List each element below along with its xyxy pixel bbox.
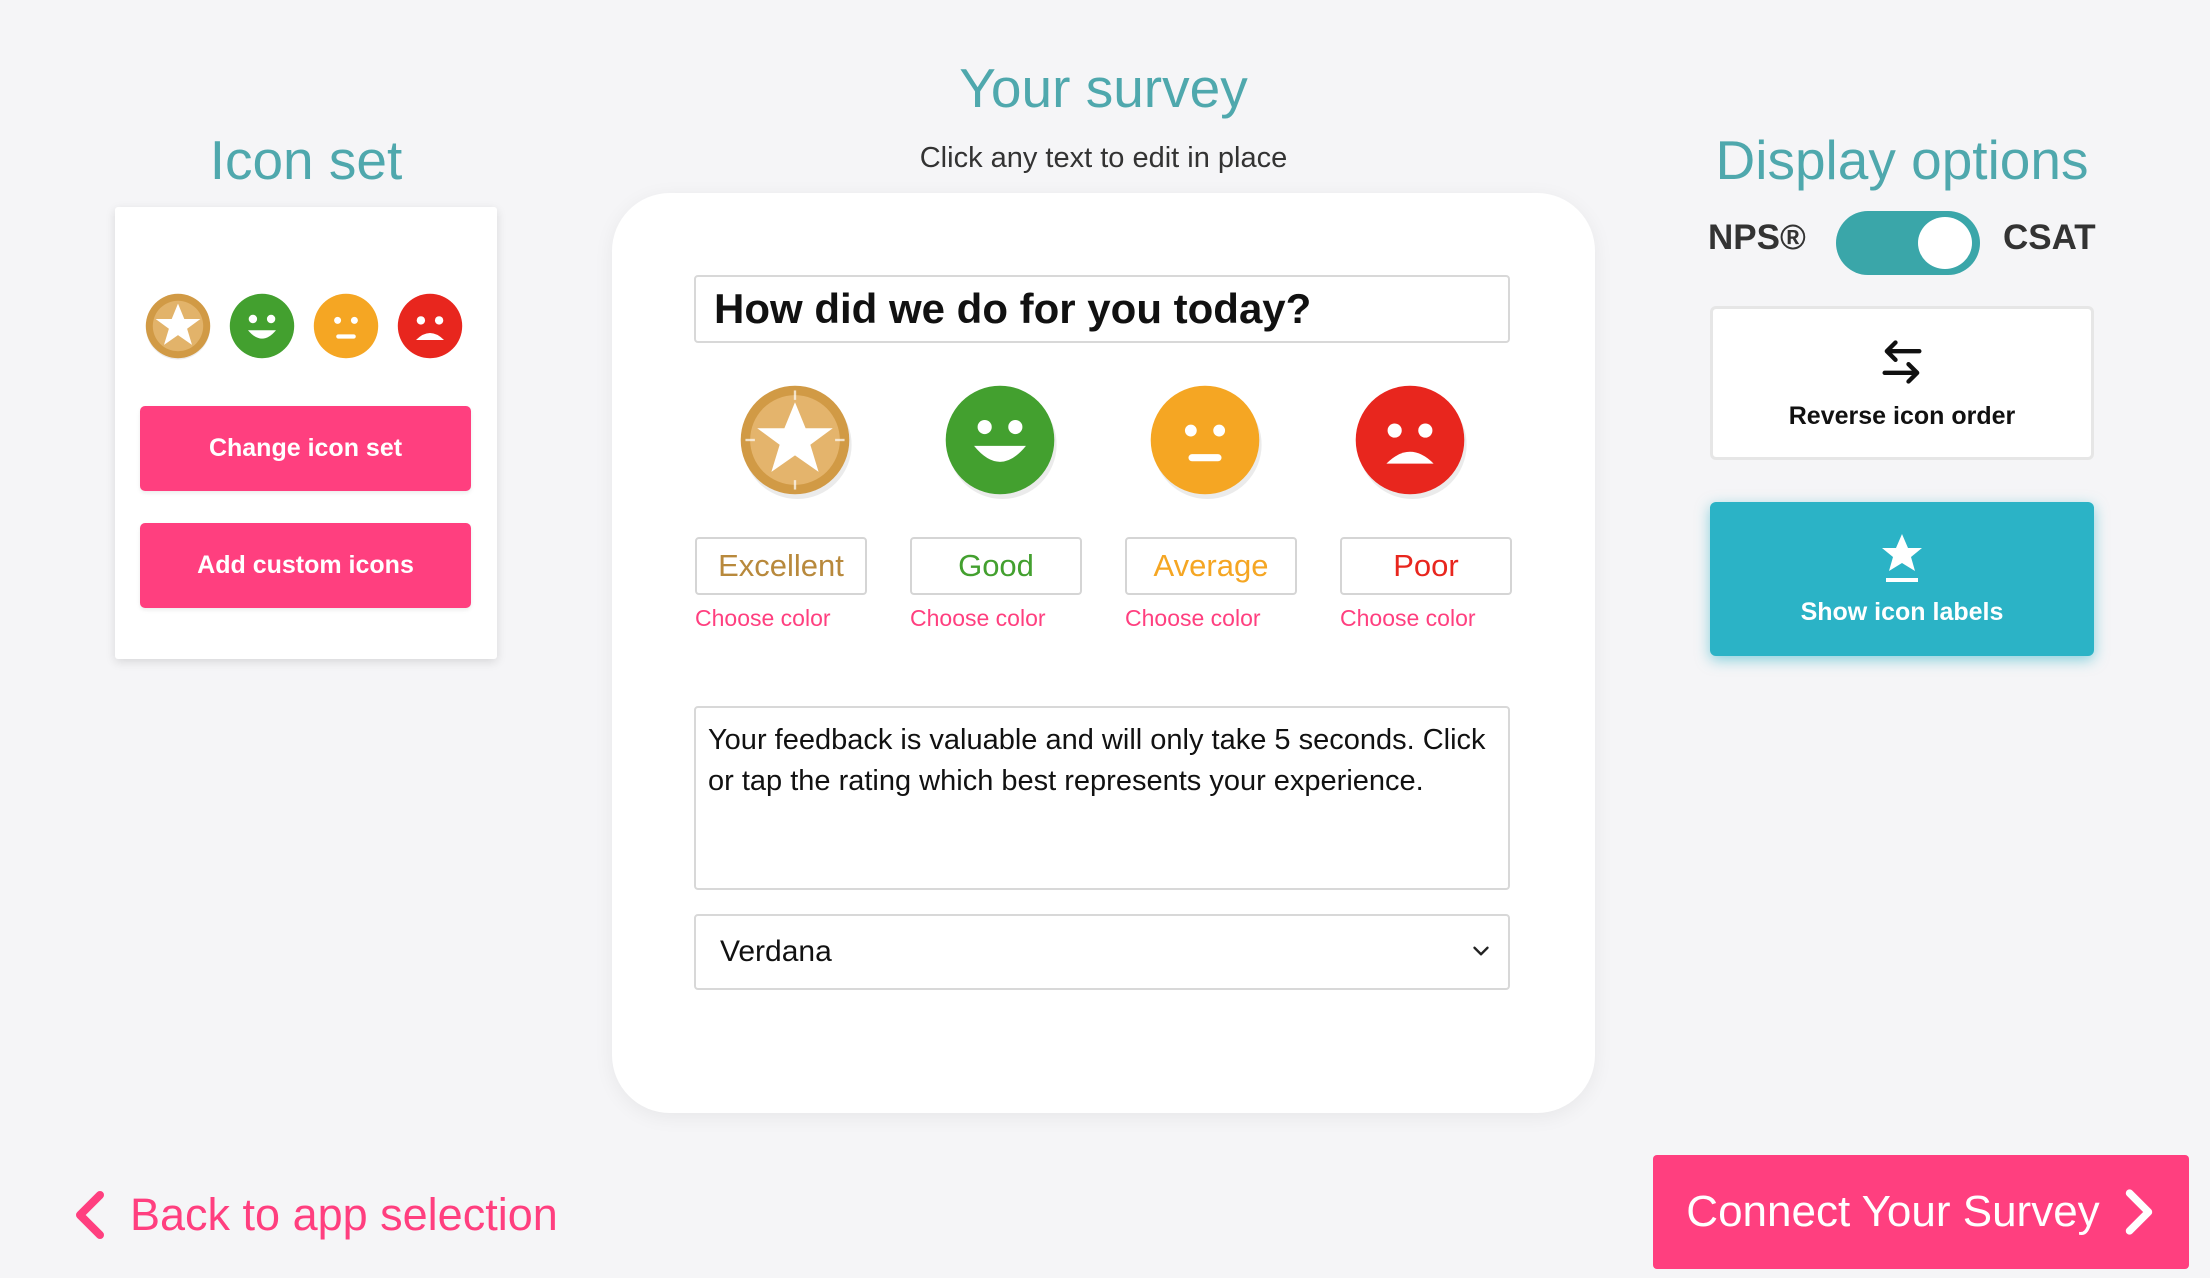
question-input[interactable]: How did we do for you today? <box>694 275 1510 343</box>
label-average-input[interactable]: Average <box>1125 537 1297 595</box>
swap-arrows-icon <box>1882 339 1922 384</box>
choose-color-good[interactable]: Choose color <box>910 605 1090 632</box>
rating-good[interactable] <box>941 381 1059 499</box>
sad-face-icon <box>1355 385 1467 499</box>
icon-set-preview[interactable] <box>143 291 465 361</box>
choose-color-poor[interactable]: Choose color <box>1340 605 1520 632</box>
star-icon <box>145 293 211 360</box>
back-link[interactable]: Back to app selection <box>72 1185 558 1245</box>
rating-poor[interactable] <box>1351 381 1469 499</box>
display-options-title: Display options <box>1715 129 2089 191</box>
chevron-right-icon <box>2125 1189 2152 1235</box>
neutral-face-icon <box>313 293 379 359</box>
connect-survey-button[interactable]: Connect Your Survey <box>1653 1155 2189 1269</box>
happy-face-icon <box>945 385 1057 499</box>
change-icon-set-button[interactable]: Change icon set <box>140 406 471 491</box>
label-poor-input[interactable]: Poor <box>1340 537 1512 595</box>
mode-toggle-row: NPS® CSAT <box>1708 211 2108 275</box>
back-link-label: Back to app selection <box>130 1189 558 1240</box>
icon-set-title: Icon set <box>209 129 403 191</box>
star-icon <box>740 385 852 499</box>
add-custom-icons-button[interactable]: Add custom icons <box>140 523 471 608</box>
sad-face-icon <box>397 293 463 359</box>
font-select-value: Verdana <box>720 935 832 968</box>
chevron-down-icon <box>1473 946 1489 956</box>
rating-average[interactable] <box>1146 381 1264 499</box>
font-select[interactable]: Verdana <box>694 914 1510 990</box>
survey-title: Your survey <box>959 57 1248 119</box>
toggle-knob <box>1918 217 1972 269</box>
neutral-face-icon <box>1150 385 1262 499</box>
star-label-icon <box>1882 533 1922 582</box>
label-good-input[interactable]: Good <box>910 537 1082 595</box>
show-icon-labels-button[interactable]: Show icon labels <box>1710 502 2094 656</box>
reverse-icon-order-button[interactable]: Reverse icon order <box>1710 306 2094 460</box>
description-textarea[interactable]: Your feedback is valuable and will only … <box>694 706 1510 890</box>
survey-card: How did we do for you today? Excellent G… <box>612 193 1595 1113</box>
rating-excellent[interactable] <box>736 381 854 499</box>
happy-face-icon <box>229 293 295 359</box>
choose-color-average[interactable]: Choose color <box>1125 605 1305 632</box>
connect-survey-label: Connect Your Survey <box>1686 1187 2100 1236</box>
reverse-icon-order-label: Reverse icon order <box>1788 401 2016 430</box>
toggle-label-csat: CSAT <box>2003 218 2096 257</box>
show-icon-labels-label: Show icon labels <box>1800 597 2004 626</box>
label-excellent-input[interactable]: Excellent <box>695 537 867 595</box>
toggle-label-nps: NPS® <box>1708 218 1806 257</box>
choose-color-excellent[interactable]: Choose color <box>695 605 875 632</box>
chevron-left-icon <box>76 1191 104 1239</box>
mode-toggle[interactable] <box>1836 211 1980 275</box>
survey-subtitle: Click any text to edit in place <box>919 142 1288 174</box>
icon-set-panel: Change icon set Add custom icons <box>115 207 497 659</box>
